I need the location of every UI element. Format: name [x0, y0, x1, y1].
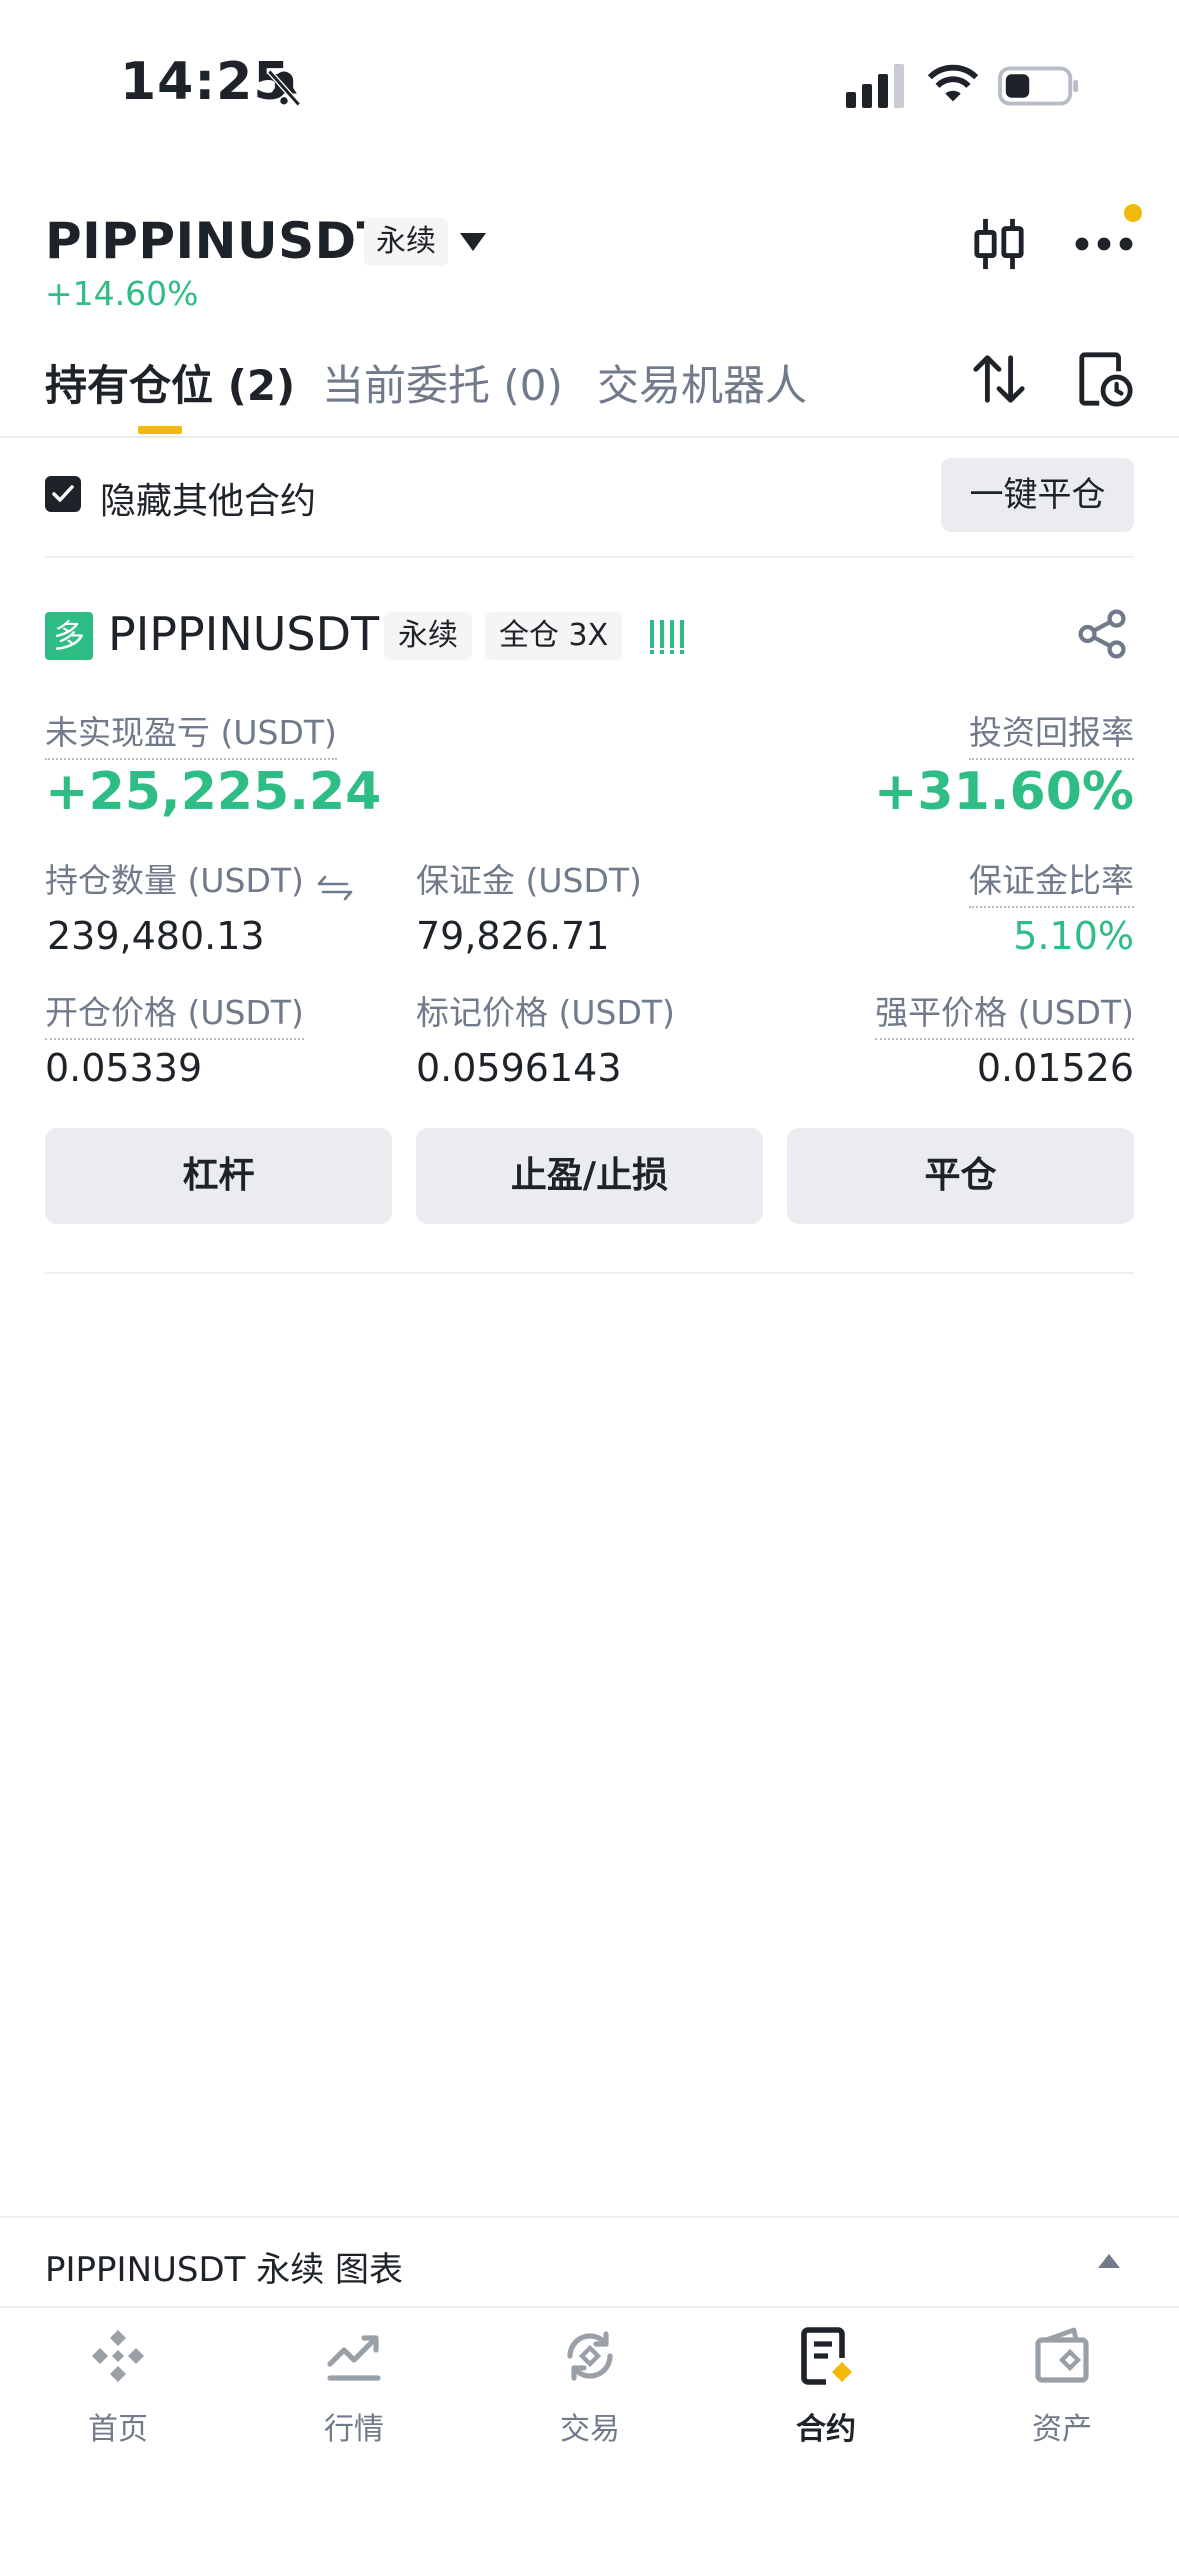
position-contract-tag: 永续: [384, 612, 472, 660]
nav-label-futures: 合约: [796, 2412, 856, 2447]
close-position-button[interactable]: 平仓: [787, 1128, 1134, 1224]
divider: [45, 556, 1134, 558]
margin-mode-tag: 全仓 3X: [485, 612, 623, 660]
tpsl-button[interactable]: 止盈/止损: [416, 1128, 763, 1224]
margin-value: 79,826.71: [416, 914, 610, 958]
tab-positions[interactable]: 持有仓位 (2): [45, 352, 295, 413]
adl-indicator-icon: [650, 620, 684, 654]
nav-markets[interactable]: 行情: [236, 2324, 472, 2464]
hide-other-checkbox[interactable]: [45, 476, 81, 512]
more-icon[interactable]: [1074, 216, 1134, 272]
position-symbol[interactable]: PIPPINUSDT: [108, 607, 379, 661]
nav-futures[interactable]: 合约: [708, 2324, 944, 2464]
share-icon[interactable]: [1076, 606, 1130, 662]
home-icon: [92, 2330, 144, 2382]
chart-drawer-title[interactable]: PIPPINUSDT 永续 图表: [45, 2242, 403, 2291]
candlestick-chart-icon[interactable]: [972, 214, 1026, 274]
roi-value: +31.60%: [873, 762, 1134, 822]
entry-price-value: 0.05339: [45, 1046, 203, 1090]
check-icon: [52, 485, 74, 502]
nav-label-home: 首页: [88, 2412, 148, 2447]
nav-home[interactable]: 首页: [0, 2324, 236, 2464]
nav-assets[interactable]: 资产: [944, 2324, 1179, 2464]
hide-other-label[interactable]: 隐藏其他合约: [100, 472, 316, 524]
notification-dot: [1124, 204, 1142, 222]
nav-label-trade: 交易: [560, 2412, 620, 2447]
bell-muted-icon: [267, 69, 301, 107]
margin-ratio-value: 5.10%: [1013, 914, 1134, 958]
caret-down-icon[interactable]: [458, 231, 488, 253]
margin-ratio-label[interactable]: 保证金比率: [969, 854, 1134, 908]
wallet-icon: [1035, 2327, 1089, 2383]
tab-trading-bots[interactable]: 交易机器人: [597, 352, 807, 413]
futures-icon: [801, 2327, 852, 2385]
liq-price-label[interactable]: 强平价格 (USDT): [875, 986, 1134, 1040]
sort-icon[interactable]: [970, 350, 1028, 408]
tab-open-orders[interactable]: 当前委托 (0): [322, 352, 563, 413]
history-icon[interactable]: [1076, 350, 1134, 408]
unrealized-pnl-value: +25,225.24: [45, 762, 382, 822]
symbol-title[interactable]: PIPPINUSDT: [45, 212, 391, 270]
markets-icon: [327, 2335, 381, 2381]
leverage-button[interactable]: 杠杆: [45, 1128, 392, 1224]
margin-label: 保证金 (USDT): [416, 861, 642, 900]
caret-up-icon[interactable]: [1096, 2250, 1122, 2270]
cellular-signal-icon: [846, 64, 904, 108]
mark-price-value: 0.0596143: [416, 1046, 622, 1090]
divider: [45, 1272, 1134, 1274]
side-badge: 多: [45, 612, 93, 660]
size-value: 239,480.13: [47, 914, 265, 958]
nav-trade[interactable]: 交易: [472, 2324, 708, 2464]
nav-label-assets: 资产: [1032, 2412, 1092, 2447]
active-tab-indicator: [138, 426, 182, 434]
roi-label[interactable]: 投资回报率: [969, 706, 1134, 760]
size-label-group[interactable]: 持仓数量 (USDT): [45, 854, 355, 905]
close-all-button[interactable]: 一键平仓: [941, 458, 1134, 532]
contract-type-tag: 永续: [364, 218, 448, 266]
tab-divider: [0, 436, 1179, 438]
liq-price-value: 0.01526: [976, 1046, 1134, 1090]
nav-label-markets: 行情: [324, 2412, 384, 2447]
entry-price-label[interactable]: 开仓价格 (USDT): [45, 986, 304, 1040]
unrealized-pnl-label[interactable]: 未实现盈亏 (USDT): [45, 706, 337, 760]
swap-units-icon[interactable]: [315, 871, 355, 905]
battery-icon: [998, 66, 1079, 106]
trade-icon: [567, 2331, 613, 2381]
price-change: +14.60%: [45, 274, 199, 313]
mark-price-label: 标记价格 (USDT): [416, 993, 675, 1032]
size-label: 持仓数量 (USDT): [45, 861, 304, 900]
wifi-icon: [927, 64, 979, 102]
